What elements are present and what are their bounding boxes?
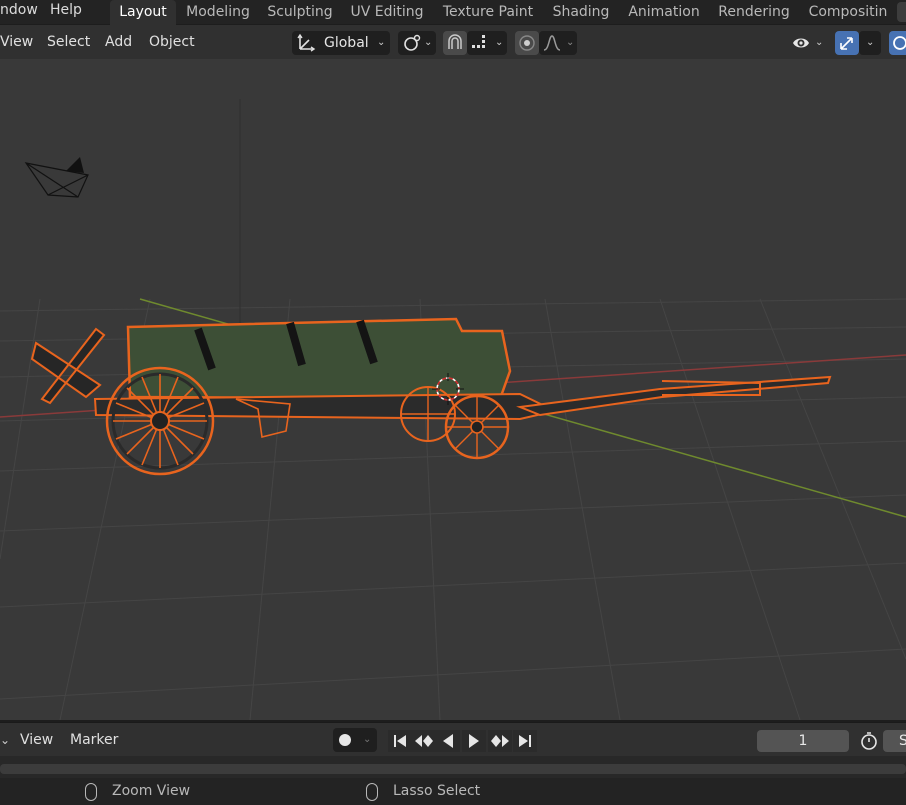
menu-object[interactable]: Object xyxy=(149,25,195,59)
timeline-header: ⌄ View Marker ⌄ 1 S xyxy=(0,722,906,756)
tab-texture-paint[interactable]: Texture Paint xyxy=(440,0,536,25)
prev-keyframe-icon xyxy=(415,735,433,747)
tab-shading[interactable]: Shading xyxy=(550,0,612,25)
overlay-icon xyxy=(893,36,906,50)
menu-help[interactable]: Help xyxy=(50,0,82,24)
chevron-down-icon: ⌄ xyxy=(377,37,386,48)
pivot-point-icon xyxy=(404,34,421,51)
rear-wheel xyxy=(105,366,215,476)
status-zoom-view: Zoom View xyxy=(112,783,191,799)
tab-sculpting[interactable]: Sculpting xyxy=(265,0,335,25)
gizmo-dropdown[interactable]: ⌄ xyxy=(859,31,881,55)
next-keyframe-icon xyxy=(491,735,509,747)
stopwatch-icon xyxy=(861,732,877,750)
snap-increment-icon xyxy=(472,35,485,48)
mouse-right-icon xyxy=(366,783,378,801)
chevron-down-icon: ⌄ xyxy=(495,37,504,48)
menu-view[interactable]: View xyxy=(0,25,33,59)
menu-add[interactable]: Add xyxy=(105,25,132,59)
prev-keyframe-button[interactable] xyxy=(412,730,436,752)
camera-object[interactable] xyxy=(24,157,89,198)
workspace-scroll-handle[interactable] xyxy=(897,2,906,22)
auto-keying-toggle[interactable]: ⌄ xyxy=(333,728,377,752)
next-keyframe-button[interactable] xyxy=(488,730,512,752)
use-preview-range-toggle[interactable] xyxy=(857,730,881,752)
timeline-menu-marker[interactable]: Marker xyxy=(70,723,118,757)
snap-target-dropdown[interactable]: ⌄ xyxy=(467,31,507,55)
play-reverse-icon xyxy=(443,734,453,748)
timeline-menu-view[interactable]: View xyxy=(20,723,53,757)
chevron-down-icon: ⌄ xyxy=(866,37,875,48)
snap-icon xyxy=(448,34,462,49)
status-lasso-select: Lasso Select xyxy=(393,783,481,799)
play-icon xyxy=(469,734,479,748)
jump-to-end-button[interactable] xyxy=(513,730,537,752)
jump-start-icon xyxy=(394,735,406,747)
chevron-down-icon: ⌄ xyxy=(424,37,433,48)
falloff-dropdown[interactable]: ⌄ xyxy=(539,31,577,55)
visibility-dropdown[interactable]: ⌄ xyxy=(788,31,826,55)
gizmo-icon xyxy=(840,37,853,50)
transform-orientation-icon xyxy=(297,33,316,52)
editor-type-chevron-icon[interactable]: ⌄ xyxy=(0,728,10,752)
proportional-edit-icon xyxy=(519,35,535,51)
jump-end-icon xyxy=(519,735,531,747)
proportional-edit-toggle[interactable] xyxy=(515,31,539,55)
jump-to-start-button[interactable] xyxy=(388,730,412,752)
pivot-point-dropdown[interactable]: ⌄ xyxy=(398,31,436,55)
tab-layout[interactable]: Layout xyxy=(110,0,176,25)
overlay-toggle[interactable] xyxy=(889,31,906,55)
menu-window[interactable]: ndow xyxy=(0,0,38,24)
falloff-icon xyxy=(543,35,561,51)
status-bar: Zoom View Lasso Select xyxy=(0,778,906,805)
current-frame-field[interactable]: 1 xyxy=(757,730,849,752)
chevron-down-icon: ⌄ xyxy=(566,37,575,48)
play-reverse-button[interactable] xyxy=(436,730,460,752)
start-frame-field[interactable]: S xyxy=(883,730,906,752)
tab-modeling[interactable]: Modeling xyxy=(182,0,254,25)
top-menu-bar: ndow Help Layout Modeling Sculpting UV E… xyxy=(0,0,906,25)
viewport-scene xyxy=(0,99,906,720)
3d-viewport[interactable] xyxy=(0,59,906,720)
visibility-icon xyxy=(793,38,809,48)
tab-rendering[interactable]: Rendering xyxy=(716,0,792,25)
menu-select[interactable]: Select xyxy=(47,25,90,59)
mouse-middle-icon xyxy=(85,783,97,801)
transform-orientation-dropdown[interactable]: Global ⌄ xyxy=(292,31,390,55)
chevron-down-icon: ⌄ xyxy=(815,37,824,48)
tab-uv-editing[interactable]: UV Editing xyxy=(348,0,426,25)
viewport-header: View Select Add Object Global ⌄ ⌄ ⌄ ⌄ ⌄ … xyxy=(0,25,906,59)
snap-toggle[interactable] xyxy=(443,31,467,55)
wagon-cover xyxy=(126,317,512,401)
chevron-down-icon: ⌄ xyxy=(363,734,372,745)
gizmo-toggle[interactable] xyxy=(835,31,859,55)
transform-orientation-label: Global xyxy=(324,35,369,51)
record-icon xyxy=(339,734,351,746)
play-button[interactable] xyxy=(462,730,486,752)
timeline-scrollbar[interactable] xyxy=(0,764,906,774)
tab-animation[interactable]: Animation xyxy=(626,0,702,25)
tab-compositing[interactable]: Compositin xyxy=(806,0,890,25)
